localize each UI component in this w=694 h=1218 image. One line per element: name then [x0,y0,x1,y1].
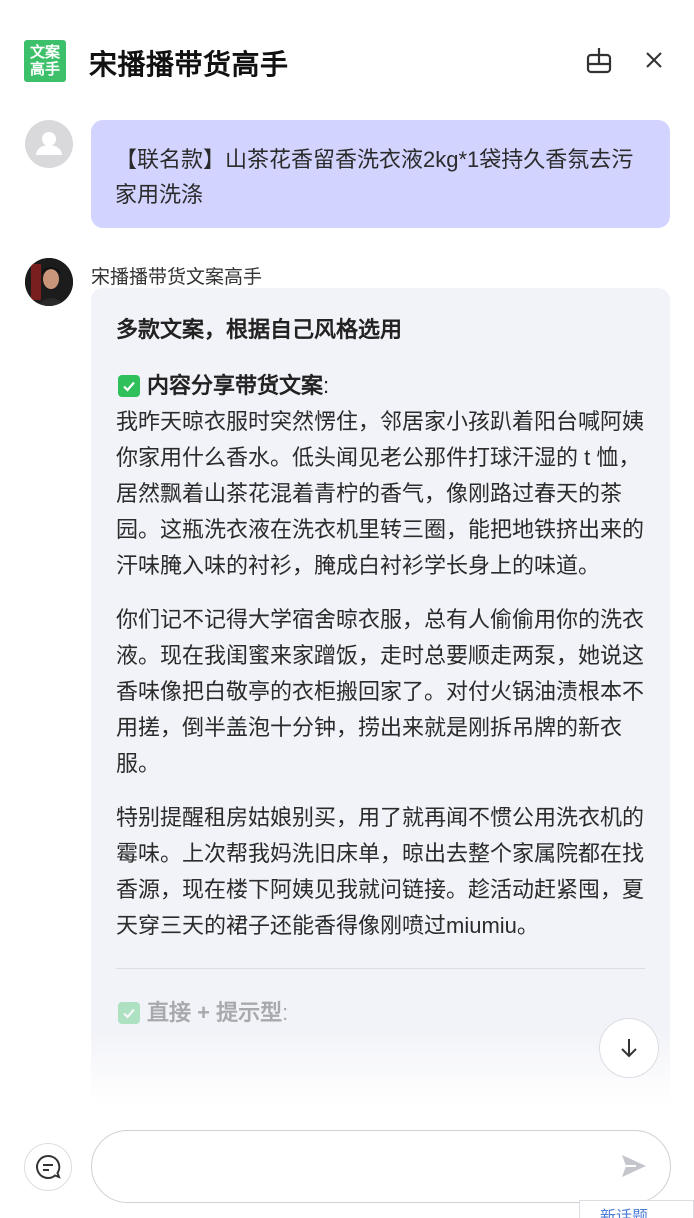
section-title-text: 内容分享带货文案 [147,373,324,398]
section-title-colon: : [323,373,330,398]
close-icon [646,52,662,68]
new-topic-label: 新话题 [600,1209,649,1218]
user-message-text: 【联名款】山茶花香留香洗衣液2kg*1袋持久香氛去污家用洗涤 [115,147,634,207]
share-button[interactable] [584,44,614,76]
page-title: 宋播播带货高手 [89,49,289,80]
message-input[interactable] [116,1151,616,1183]
section-title-colon: : [282,1000,289,1025]
bot-message-bubble: 多款文案，根据自己风格选用 内容分享带货文案 : 我昨天晾衣服时突然愣住，邻居家… [91,288,670,1118]
arrow-down-icon [621,1039,637,1058]
divider [116,968,645,969]
bot-heading: 多款文案，根据自己风格选用 [116,317,403,342]
new-chat-button[interactable] [24,1143,72,1191]
send-icon [622,1155,646,1177]
close-button[interactable] [639,44,669,76]
bot-name: 宋播播带货文案高手 [91,267,263,288]
new-chat-icon [36,1154,61,1179]
chat-header: 文案 高手 宋播播带货高手 [0,0,694,120]
check-icon [118,1002,140,1024]
bot-avatar-image [25,258,73,306]
logo-line1: 文案 [29,44,60,61]
user-icon [36,132,62,155]
logo-line2: 高手 [29,61,60,78]
user-avatar [25,120,73,168]
message-input-box[interactable] [91,1130,671,1203]
section-title: 内容分享带货文案 : [116,368,645,404]
fade-overlay [91,1028,670,1118]
bot-avatar [25,258,73,306]
check-icon [118,375,140,397]
section-title: 直接 + 提示型 : [116,995,645,1031]
share-box-icon [586,48,612,74]
paragraph: 我昨天晾衣服时突然愣住，邻居家小孩趴着阳台喊阿姨你家用什么香水。低头闻见老公那件… [116,409,645,578]
paragraph: 特别提醒租房姑娘别买，用了就再闻不惯公用洗衣机的霉味。上次帮我妈洗旧床单，晾出去… [116,805,645,938]
user-message-bubble: 【联名款】山茶花香留香洗衣液2kg*1袋持久香氛去污家用洗涤 [91,120,670,228]
section-title-text: 直接 + 提示型 [147,1000,283,1025]
send-button[interactable] [618,1150,650,1182]
app-logo: 文案 高手 [24,40,66,82]
paragraph: 你们记不记得大学宿舍晾衣服，总有人偷偷用你的洗衣液。现在我闺蜜来家蹭饭，走时总要… [116,607,645,776]
new-topic-tab[interactable]: 新话题 [579,1200,694,1218]
scroll-to-bottom-button[interactable] [599,1018,659,1078]
